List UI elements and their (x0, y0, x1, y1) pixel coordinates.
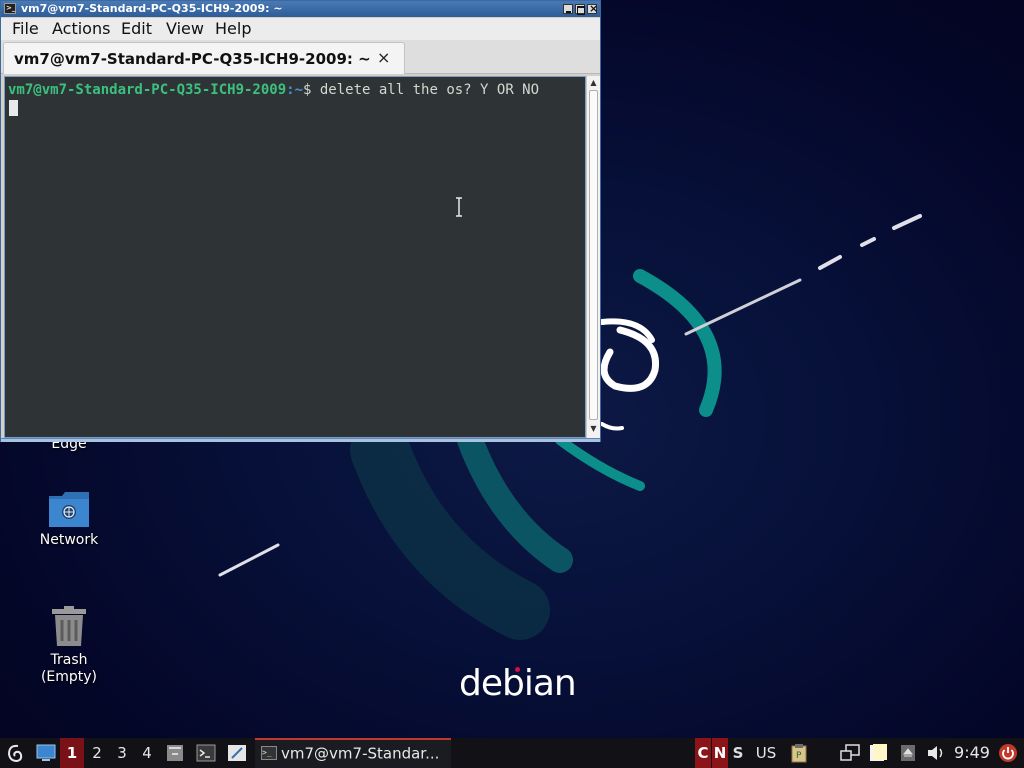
clipboard-tray-button[interactable]: P (787, 738, 811, 768)
text-editor-launcher[interactable] (225, 738, 249, 768)
close-window-button[interactable] (587, 1, 598, 17)
speaker-icon (928, 746, 943, 760)
network-tray-button[interactable] (838, 738, 862, 768)
command-text: delete all the os? Y OR NO (311, 82, 540, 98)
file-cabinet-icon (167, 745, 183, 761)
tab-bar: vm7@vm7-Standard-PC-Q35-ICH9-2009: ~ × (1, 40, 600, 74)
caps-lock-indicator: C (695, 738, 711, 768)
vertical-scrollbar[interactable]: ▲ ▼ (586, 76, 600, 438)
notes-icon (870, 744, 887, 761)
trash-icon (52, 606, 86, 646)
menubar: File Actions Edit View Help (1, 18, 600, 40)
terminal-icon: >_ (261, 745, 277, 760)
network-folder-icon (49, 492, 89, 527)
taskbar: 1 2 3 4 >_ vm7@vm7-Standar... C N S US P (0, 738, 1024, 768)
terminal-app-icon: >_ (4, 3, 16, 14)
window-title: vm7@vm7-Standard-PC-Q35-ICH9-2009: ~ (21, 2, 283, 15)
workspace-3[interactable]: 3 (110, 738, 134, 768)
clipboard-icon: P (791, 744, 807, 763)
desktop-icon-label: Trash (Empty) (40, 652, 98, 685)
ibeam-cursor-icon (456, 197, 462, 217)
terminal-window[interactable]: >_ vm7@vm7-Standard-PC-Q35-ICH9-2009: ~ … (0, 0, 601, 442)
terminal-icon (196, 744, 216, 762)
num-lock-indicator: N (712, 738, 728, 768)
clock[interactable]: 9:49 (950, 738, 994, 768)
start-menu-button[interactable] (3, 738, 27, 768)
workspace-2[interactable]: 2 (85, 738, 109, 768)
terminal-line: vm7@vm7-Standard-PC-Q35-ICH9-2009:~$ del… (8, 81, 582, 99)
debian-dot (515, 667, 520, 672)
file-manager-launcher[interactable] (163, 738, 187, 768)
svg-text:P: P (796, 751, 802, 761)
power-icon (999, 744, 1017, 762)
text-editor-icon (228, 745, 246, 761)
scroll-lock-indicator: S (732, 744, 744, 762)
scroll-down-arrow-icon[interactable]: ▼ (588, 423, 599, 435)
menu-view[interactable]: View (166, 19, 204, 39)
notes-tray-button[interactable] (866, 738, 890, 768)
tab-label: vm7@vm7-Standard-PC-Q35-ICH9-2009: ~ (14, 50, 371, 68)
terminal-launcher[interactable] (194, 738, 218, 768)
removable-media-tray-button[interactable] (896, 738, 920, 768)
window-bottom-border[interactable] (1, 438, 600, 442)
debian-wordmark: debian (459, 663, 577, 704)
desktop-icon (36, 744, 56, 761)
power-button[interactable] (996, 738, 1020, 768)
prompt-user-host: vm7@vm7-Standard-PC-Q35-ICH9-2009 (8, 82, 287, 98)
show-desktop-button[interactable] (34, 738, 58, 768)
menu-file[interactable]: File (12, 19, 39, 39)
prompt-path: :~ (286, 82, 304, 98)
terminal-output[interactable]: vm7@vm7-Standard-PC-Q35-ICH9-2009:~$ del… (4, 76, 586, 438)
minimize-button[interactable] (563, 4, 573, 14)
menu-edit[interactable]: Edit (121, 19, 152, 39)
desktop-icon-label: Network (39, 532, 99, 548)
task-label: vm7@vm7-Standar... (281, 744, 440, 763)
window-titlebar[interactable]: >_ vm7@vm7-Standard-PC-Q35-ICH9-2009: ~ (1, 1, 600, 17)
workspace-1[interactable]: 1 (60, 738, 84, 768)
scroll-up-arrow-icon[interactable]: ▲ (588, 77, 599, 89)
menu-help[interactable]: Help (215, 19, 251, 39)
scrollbar-thumb[interactable] (589, 90, 598, 420)
network-wired-icon (840, 744, 860, 761)
volume-tray-button[interactable] (924, 738, 948, 768)
taskbar-task-terminal[interactable]: >_ vm7@vm7-Standar... (255, 738, 451, 768)
maximize-button[interactable] (575, 4, 585, 15)
menu-actions[interactable]: Actions (52, 19, 110, 39)
tab-close-icon[interactable]: × (377, 48, 390, 67)
desktop-icon-network[interactable]: Network (19, 490, 119, 549)
keyboard-layout-indicator[interactable]: US (752, 738, 780, 768)
tab-terminal[interactable]: vm7@vm7-Standard-PC-Q35-ICH9-2009: ~ × (3, 42, 405, 74)
debian-swirl-icon (7, 744, 23, 763)
workspace-4[interactable]: 4 (135, 738, 159, 768)
desktop-icon-trash[interactable]: Trash (Empty) (19, 606, 119, 686)
text-cursor (9, 100, 18, 116)
eject-icon (901, 745, 915, 761)
